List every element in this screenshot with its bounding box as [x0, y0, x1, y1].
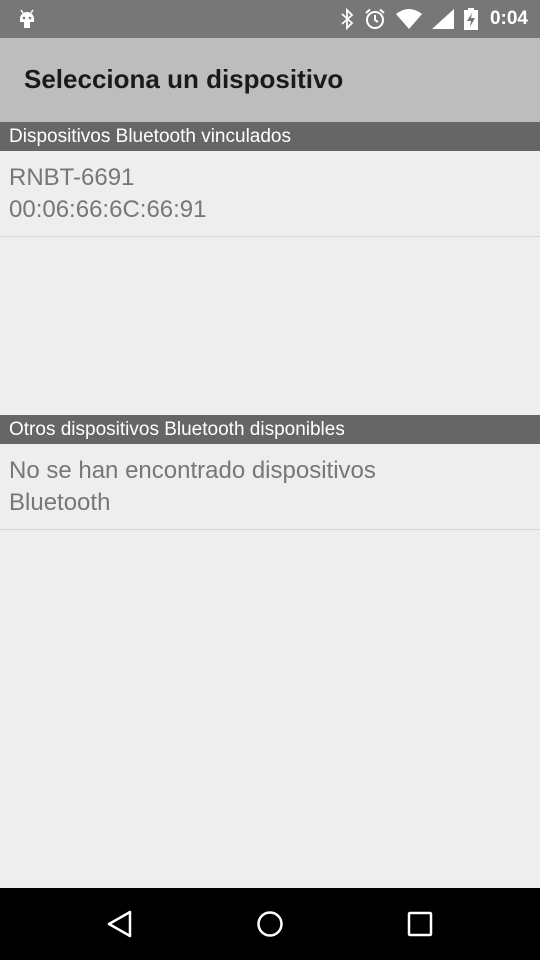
- paired-device-item[interactable]: RNBT-6691 00:06:66:6C:66:91: [0, 151, 540, 237]
- device-name: RNBT-6691: [9, 164, 135, 191]
- title-bar: Selecciona un dispositivo: [0, 38, 540, 122]
- signal-icon: [431, 9, 454, 29]
- recents-icon[interactable]: [402, 906, 438, 942]
- no-devices-message: No se han encontrado dispositivos Blueto…: [0, 444, 540, 530]
- status-clock: 0:04: [489, 8, 528, 29]
- no-devices-line-1: No se han encontrado dispositivos: [9, 457, 376, 484]
- back-icon[interactable]: [102, 906, 138, 942]
- status-icons: 0:04: [340, 0, 528, 38]
- home-icon[interactable]: [252, 906, 288, 942]
- device-address: 00:06:66:6C:66:91: [9, 196, 207, 223]
- wifi-icon: [395, 9, 422, 29]
- paired-devices-header: Dispositivos Bluetooth vinculados: [0, 122, 540, 151]
- available-devices-header: Otros dispositivos Bluetooth disponibles: [0, 415, 540, 444]
- alarm-icon: [365, 8, 385, 29]
- no-devices-line-2: Bluetooth: [9, 489, 111, 516]
- battery-charging-icon: [463, 8, 478, 30]
- android-debug-icon: [20, 9, 34, 28]
- device-picker-screen: 0:04 Selecciona un dispositivo Dispositi…: [0, 0, 540, 960]
- page-title: Selecciona un dispositivo: [24, 64, 344, 94]
- status-bar: 0:04: [0, 0, 540, 38]
- bluetooth-icon: [341, 8, 354, 30]
- navigation-bar: [0, 888, 540, 960]
